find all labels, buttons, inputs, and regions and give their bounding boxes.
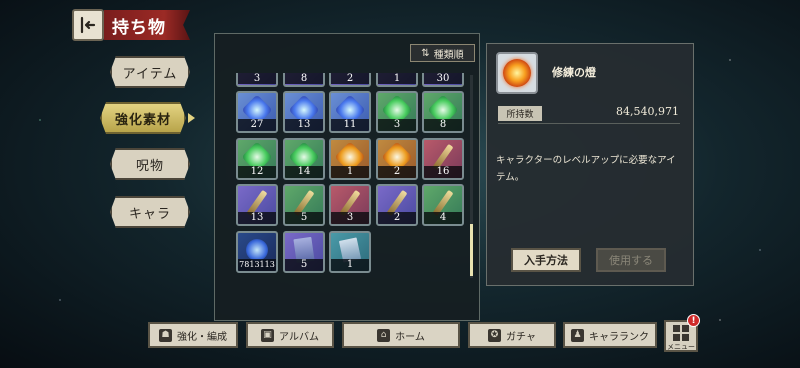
- item-count: 4: [424, 212, 462, 224]
- notification-badge: !: [687, 314, 700, 327]
- album-icon: ▣: [261, 328, 275, 342]
- blue-orb-icon: [246, 238, 268, 261]
- item-slot[interactable]: 3: [236, 73, 278, 87]
- item-count: 7813113: [238, 259, 276, 271]
- menu-label: メニュー: [667, 343, 695, 351]
- item-count: 1: [378, 73, 416, 84]
- acquire-method-button[interactable]: 入手方法: [511, 248, 581, 272]
- scrollbar-thumb[interactable]: [470, 224, 473, 276]
- item-count: 13: [285, 119, 323, 131]
- item-slot[interactable]: 3: [329, 184, 371, 226]
- sort-icon: ⇅: [421, 47, 430, 59]
- nav-label: 強化・編成: [177, 331, 227, 343]
- item-count: 1: [331, 259, 369, 271]
- nav-label: ホーム: [395, 331, 425, 343]
- menu-grid-icon: [673, 325, 689, 341]
- tab-cursed-item[interactable]: 呪物: [110, 148, 190, 180]
- flame-orb-icon: [496, 52, 538, 94]
- item-slot[interactable]: 13: [283, 91, 325, 133]
- item-slot[interactable]: 27: [236, 91, 278, 133]
- item-slot[interactable]: 5: [283, 231, 325, 273]
- item-count: 2: [378, 166, 416, 178]
- use-button[interactable]: 使用する: [596, 248, 666, 272]
- item-slot[interactable]: 2: [376, 184, 418, 226]
- item-slot[interactable]: 2: [376, 138, 418, 180]
- item-count: 8: [424, 119, 462, 131]
- item-slot[interactable]: 5: [283, 184, 325, 226]
- item-count: 2: [378, 212, 416, 224]
- page-title: 持ち物: [104, 10, 190, 40]
- owned-value: 84,540,971: [616, 105, 679, 118]
- nav-album[interactable]: ▣ アルバム: [246, 322, 334, 348]
- item-name: 修練の燈: [552, 66, 596, 79]
- item-count: 8: [285, 73, 323, 84]
- item-slot[interactable]: 16: [422, 138, 464, 180]
- nav-label: ガチャ: [506, 331, 536, 343]
- item-slot[interactable]: 13: [236, 184, 278, 226]
- item-count: 16: [424, 166, 462, 178]
- team-icon: ☗: [159, 328, 172, 342]
- tab-character[interactable]: キャラ: [110, 196, 190, 228]
- nav-home[interactable]: ⌂ ホーム: [342, 322, 460, 348]
- item-slot[interactable]: 1: [329, 138, 371, 180]
- item-slot[interactable]: 8: [283, 73, 325, 87]
- tab-item[interactable]: アイテム: [110, 56, 190, 88]
- nav-enhance-formation[interactable]: ☗ 強化・編成: [148, 322, 238, 348]
- gacha-icon: ✪: [488, 328, 502, 342]
- item-slot[interactable]: 12: [236, 138, 278, 180]
- item-slot[interactable]: 1: [376, 73, 418, 87]
- item-count: 14: [285, 166, 323, 178]
- item-count: 1: [331, 166, 369, 178]
- item-count: 30: [424, 73, 462, 84]
- nav-label: キャラランク: [589, 331, 649, 343]
- back-button[interactable]: [72, 9, 104, 41]
- item-count: 3: [238, 73, 276, 84]
- home-icon: ⌂: [377, 328, 391, 342]
- item-count: 13: [238, 212, 276, 224]
- item-slot[interactable]: 11: [329, 91, 371, 133]
- rank-icon: ♟: [571, 328, 584, 342]
- item-slot[interactable]: 2: [329, 73, 371, 87]
- item-slot[interactable]: 7813113: [236, 231, 278, 273]
- item-count: 27: [238, 119, 276, 131]
- item-slot[interactable]: 1: [329, 231, 371, 273]
- item-slot[interactable]: 4: [422, 184, 464, 226]
- tab-enhance-material[interactable]: 強化素材: [100, 102, 186, 134]
- item-slot[interactable]: 14: [283, 138, 325, 180]
- item-count: 3: [378, 119, 416, 131]
- nav-character-rank[interactable]: ♟ キャラランク: [563, 322, 657, 348]
- active-tab-arrow-icon: [188, 113, 195, 123]
- item-count: 11: [331, 119, 369, 131]
- item-count: 2: [331, 73, 369, 84]
- item-slot[interactable]: 30: [422, 73, 464, 87]
- item-count: 5: [285, 212, 323, 224]
- back-arrow-icon: [80, 16, 96, 34]
- item-count: 3: [331, 212, 369, 224]
- owned-label: 所持数: [498, 106, 542, 121]
- sort-button[interactable]: ⇅ 種類順: [410, 44, 475, 62]
- item-count: 5: [285, 259, 323, 271]
- item-slot[interactable]: 8: [422, 91, 464, 133]
- item-count: 12: [238, 166, 276, 178]
- item-description: キャラクターのレベルアップに必要なアイテム。: [496, 155, 676, 183]
- item-slot[interactable]: 3: [376, 91, 418, 133]
- nav-gacha[interactable]: ✪ ガチャ: [468, 322, 556, 348]
- sort-label: 種類順: [433, 49, 464, 61]
- nav-label: アルバム: [279, 331, 319, 343]
